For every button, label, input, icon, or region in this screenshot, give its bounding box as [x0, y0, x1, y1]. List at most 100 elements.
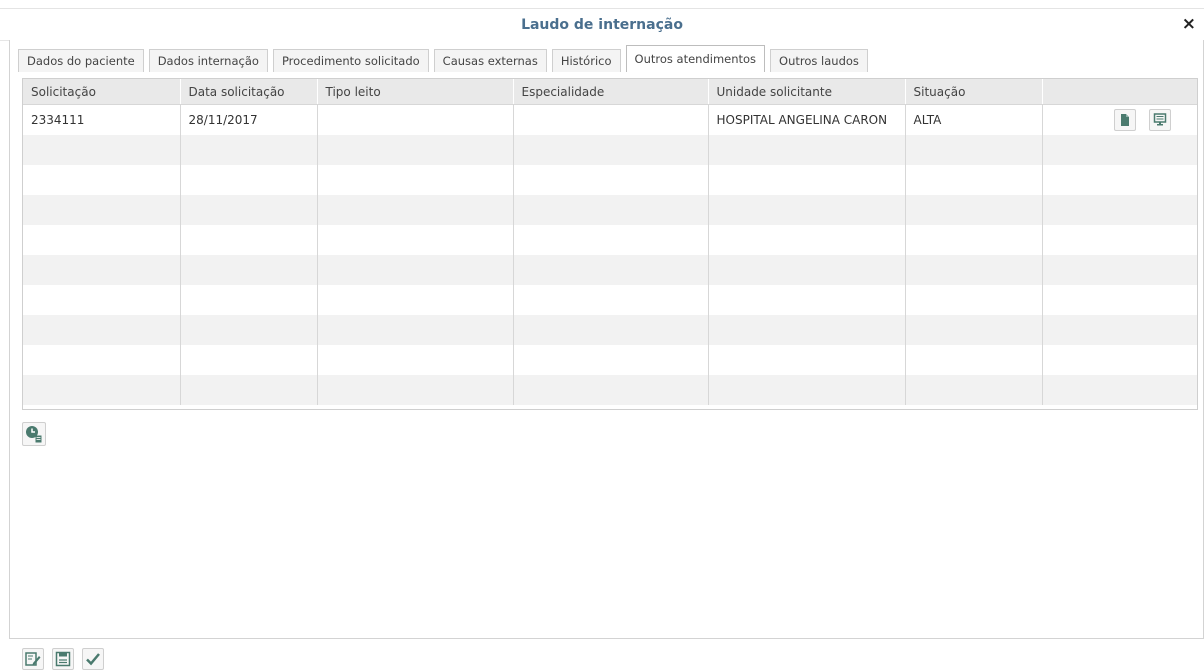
- empty-cell: [708, 225, 906, 255]
- column-header-tipo-leito[interactable]: Tipo leito: [317, 79, 514, 105]
- empty-cell: [180, 375, 318, 405]
- atendimentos-table: Solicitação Data solicitação Tipo leito …: [23, 79, 1197, 405]
- top-strip: [0, 0, 1204, 8]
- cell-tipo-leito: [317, 104, 514, 135]
- empty-cell: [317, 345, 514, 375]
- save-button[interactable]: [52, 648, 74, 670]
- empty-cell: [905, 255, 1043, 285]
- empty-cell: [180, 345, 318, 375]
- empty-cell: [1042, 375, 1197, 405]
- edit-icon: [25, 652, 41, 666]
- save-icon: [55, 651, 71, 667]
- empty-cell: [905, 375, 1043, 405]
- cell-actions: [1042, 104, 1197, 135]
- empty-cell: [905, 225, 1043, 255]
- empty-table-row: [23, 135, 1197, 165]
- empty-cell: [317, 285, 514, 315]
- empty-cell: [180, 195, 318, 225]
- empty-table-row: [23, 255, 1197, 285]
- tab-outros-laudos[interactable]: Outros laudos: [770, 49, 868, 72]
- column-header-especialidade[interactable]: Especialidade: [513, 79, 709, 105]
- empty-cell: [180, 315, 318, 345]
- table-header-row: Solicitação Data solicitação Tipo leito …: [23, 79, 1197, 105]
- empty-cell: [513, 285, 709, 315]
- tab-dados-do-paciente[interactable]: Dados do paciente: [18, 49, 144, 72]
- empty-cell: [1042, 345, 1197, 375]
- column-header-solicitacao[interactable]: Solicitação: [23, 79, 181, 105]
- cell-unidade-solicitante: HOSPITAL ANGELINA CARON: [708, 104, 906, 135]
- empty-cell: [905, 285, 1043, 315]
- column-header-situacao[interactable]: Situação: [905, 79, 1043, 105]
- empty-cell: [1042, 285, 1197, 315]
- check-icon: [86, 653, 100, 666]
- empty-cell: [1042, 255, 1197, 285]
- empty-table-row: [23, 345, 1197, 375]
- cell-data-solicitacao: 28/11/2017: [180, 104, 318, 135]
- dialog-title: Laudo de internação: [521, 17, 683, 33]
- tab-dados-internacao[interactable]: Dados internação: [148, 49, 268, 72]
- empty-cell: [513, 375, 709, 405]
- empty-cell: [708, 195, 906, 225]
- view-screen-button[interactable]: [1149, 109, 1171, 131]
- tab-procedimento-solicitado[interactable]: Procedimento solicitado: [272, 49, 429, 72]
- empty-cell: [513, 315, 709, 345]
- empty-table-row: [23, 165, 1197, 195]
- confirm-button[interactable]: [82, 648, 104, 670]
- empty-cell: [905, 135, 1043, 165]
- view-document-button[interactable]: [1114, 109, 1137, 131]
- table-row[interactable]: 2334111 28/11/2017 HOSPITAL ANGELINA CAR…: [23, 104, 1197, 135]
- empty-cell: [180, 225, 318, 255]
- empty-cell: [708, 135, 906, 165]
- tab-causas-externas[interactable]: Causas externas: [433, 49, 547, 72]
- empty-cell: [23, 345, 181, 375]
- document-icon: [1121, 114, 1130, 126]
- empty-cell: [708, 315, 906, 345]
- clock-list-icon: [26, 426, 42, 443]
- empty-cell: [708, 285, 906, 315]
- column-header-data-solicitacao[interactable]: Data solicitação: [180, 79, 318, 105]
- empty-cell: [708, 345, 906, 375]
- empty-table-row: [23, 315, 1197, 345]
- empty-cell: [23, 255, 181, 285]
- empty-cell: [180, 135, 318, 165]
- empty-cell: [905, 345, 1043, 375]
- empty-cell: [1042, 135, 1197, 165]
- edit-button[interactable]: [22, 648, 44, 670]
- empty-cell: [1042, 165, 1197, 195]
- empty-cell: [23, 315, 181, 345]
- empty-cell: [317, 225, 514, 255]
- empty-cell: [23, 135, 181, 165]
- empty-table-row: [23, 225, 1197, 255]
- empty-table-row: [23, 375, 1197, 405]
- empty-cell: [513, 165, 709, 195]
- empty-cell: [317, 135, 514, 165]
- close-button[interactable]: ×: [1182, 15, 1196, 33]
- empty-table-row: [23, 195, 1197, 225]
- column-header-actions: [1042, 79, 1197, 105]
- empty-cell: [23, 375, 181, 405]
- column-header-unidade-solicitante[interactable]: Unidade solicitante: [708, 79, 906, 105]
- empty-cell: [708, 255, 906, 285]
- empty-cell: [180, 255, 318, 285]
- empty-cell: [23, 195, 181, 225]
- empty-cell: [317, 195, 514, 225]
- empty-cell: [317, 165, 514, 195]
- empty-cell: [180, 285, 318, 315]
- empty-cell: [905, 195, 1043, 225]
- empty-cell: [905, 165, 1043, 195]
- tab-bar: Dados do paciente Dados internação Proce…: [18, 45, 873, 72]
- atendimentos-grid: Solicitação Data solicitação Tipo leito …: [22, 78, 1198, 410]
- tab-outros-atendimentos[interactable]: Outros atendimentos: [625, 45, 766, 72]
- empty-cell: [513, 135, 709, 165]
- empty-cell: [513, 225, 709, 255]
- empty-cell: [1042, 315, 1197, 345]
- empty-cell: [1042, 195, 1197, 225]
- empty-cell: [23, 285, 181, 315]
- empty-cell: [317, 255, 514, 285]
- dialog-titlebar: Laudo de internação ×: [0, 8, 1204, 41]
- empty-cell: [317, 375, 514, 405]
- history-button[interactable]: [22, 422, 46, 446]
- tab-historico[interactable]: Histórico: [551, 49, 621, 72]
- empty-cell: [708, 165, 906, 195]
- empty-cell: [513, 255, 709, 285]
